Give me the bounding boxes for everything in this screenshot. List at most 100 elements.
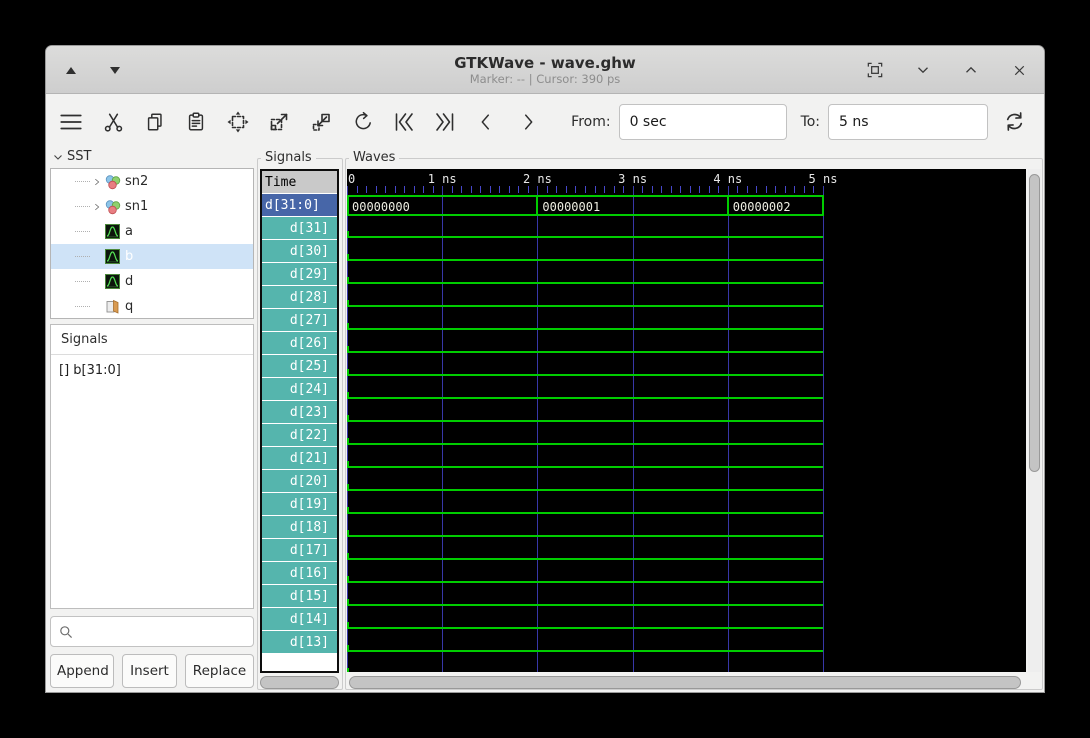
tree-item-q[interactable]: q [51,294,253,319]
window-title: GTKWave - wave.ghw [454,55,636,72]
from-input[interactable] [619,104,787,140]
signal-icon [105,224,120,239]
signal-row[interactable]: d[14] [262,608,337,631]
menu-button[interactable] [58,108,84,136]
sst-tree-panel[interactable]: sn2sn1abdq [50,168,254,319]
timeline-minor-tick [756,186,757,193]
zoom-out-button[interactable] [308,108,332,136]
signal-row[interactable]: d[30] [262,240,337,263]
signal-row[interactable]: d[16] [262,562,337,585]
signal-row[interactable]: d[13] [262,631,337,654]
maximize-button[interactable] [960,59,982,81]
bus-transition [727,195,729,216]
insert-button[interactable]: Insert [122,654,177,688]
port-icon [105,299,122,315]
timeline-minor-tick [490,186,491,193]
bit-wave-zero-line [347,374,823,376]
timeline-minor-tick [690,186,691,193]
tree-item-d[interactable]: d [51,269,253,294]
tree-item-sn1[interactable]: sn1 [51,194,253,219]
signal-name-list[interactable]: Timed[31:0]d[31]d[30]d[29]d[28]d[27]d[26… [260,169,339,673]
tree-item-a[interactable]: a [51,219,253,244]
step-right-button[interactable] [516,108,540,136]
signal-row[interactable]: d[23] [262,401,337,424]
close-button[interactable] [1008,59,1030,81]
signal-row[interactable]: d[31] [262,217,337,240]
to-start-button[interactable] [391,108,415,136]
signals-list-item[interactable]: [] b[31:0] [51,355,253,378]
minimize-button[interactable] [912,59,934,81]
tree-expander[interactable] [90,175,104,189]
waves-hscrollbar[interactable] [347,676,1041,689]
timeline-minor-tick [385,186,386,193]
window-subtitle: Marker: -- | Cursor: 390 ps [470,72,621,86]
replace-button[interactable]: Replace [185,654,254,688]
tree-guide-line [75,206,90,207]
waves-vscrollbar-thumb[interactable] [1029,174,1040,472]
signals-hscrollbar[interactable] [260,676,339,689]
bit-wave-zero-line [347,512,823,514]
timeline-minor-tick [518,186,519,193]
copy-button[interactable] [142,108,166,136]
sst-expander[interactable]: SST [52,149,91,164]
bit-wave-left-tick [347,530,349,537]
shade-up-button[interactable] [60,59,82,81]
signal-row[interactable]: d[29] [262,263,337,286]
signal-row[interactable]: d[21] [262,447,337,470]
timeline-tick-label: 5 ns [809,172,838,186]
bit-wave-zero-line [347,604,823,606]
signal-row[interactable]: d[18] [262,516,337,539]
tree-expander[interactable] [90,200,104,214]
signals-hscrollbar-thumb[interactable] [260,676,339,689]
signals-list-panel: Signals [] b[31:0] [50,324,254,609]
cut-button[interactable] [101,108,125,136]
signal-row[interactable]: d[26] [262,332,337,355]
signal-row[interactable]: d[19] [262,493,337,516]
zoom-fit-button[interactable] [225,108,249,136]
timeline-minor-tick [414,186,415,193]
timeline-minor-tick [813,186,814,193]
wave-canvas[interactable]: 01 ns2 ns3 ns4 ns5 ns0000000000000001000… [347,169,1026,672]
bit-wave-left-tick [347,254,349,261]
shade-down-button[interactable] [104,59,126,81]
undo-button[interactable] [350,108,374,136]
signal-row[interactable]: d[15] [262,585,337,608]
timeline-minor-tick [366,186,367,193]
timeline-tick-label: 4 ns [713,172,742,186]
tree-guide-line [75,306,90,307]
signal-row-bus[interactable]: d[31:0] [262,194,337,217]
tree-item-b[interactable]: b [51,244,253,269]
skip-to-start-icon [392,110,416,134]
chevron-down-icon [914,61,932,79]
append-button[interactable]: Append [50,654,114,688]
tree-item-sn2[interactable]: sn2 [51,169,253,194]
search-box[interactable] [50,616,254,647]
signal-row[interactable]: d[27] [262,309,337,332]
timeline-minor-tick [794,186,795,193]
reload-button[interactable] [1002,108,1027,136]
timeline-minor-tick [595,186,596,193]
paste-button[interactable] [184,108,208,136]
to-end-button[interactable] [433,108,457,136]
timeline-minor-tick [471,186,472,193]
step-left-button[interactable] [474,108,498,136]
waves-vscrollbar[interactable] [1028,169,1041,672]
zoom-in-button[interactable] [267,108,291,136]
bus-transition [536,195,538,216]
fullscreen-button[interactable] [864,59,886,81]
waves-hscrollbar-thumb[interactable] [349,676,1021,689]
toolbar: From: To: [46,94,1044,149]
signal-row[interactable]: d[25] [262,355,337,378]
to-input[interactable] [828,104,988,140]
search-input[interactable] [74,616,253,647]
timeline-minor-tick [680,186,681,193]
signal-row[interactable]: d[22] [262,424,337,447]
expander-chevron-icon [52,151,64,163]
signal-icon [105,274,120,289]
bit-wave-zero-line [347,259,823,261]
signal-row[interactable]: d[17] [262,539,337,562]
timeline-minor-tick [433,186,434,193]
signal-row[interactable]: d[28] [262,286,337,309]
signal-row[interactable]: d[24] [262,378,337,401]
signal-row[interactable]: d[20] [262,470,337,493]
